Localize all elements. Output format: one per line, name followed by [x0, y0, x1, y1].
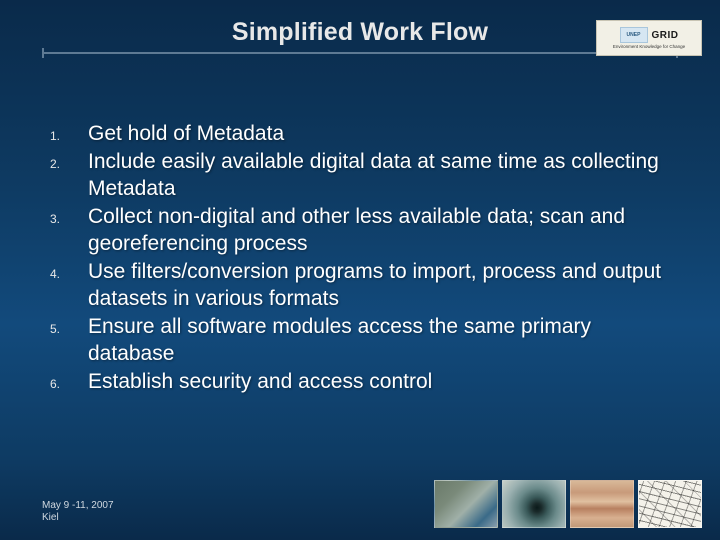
list-item: 3. Collect non-digital and other less av… [42, 203, 682, 257]
list-text: Use filters/conversion programs to impor… [88, 258, 682, 312]
list-text: Include easily available digital data at… [88, 148, 682, 202]
logo-grid-text: GRID [652, 30, 679, 41]
thumb-crater-icon [502, 480, 566, 528]
slide: Simplified Work Flow UNEP GRID Environme… [0, 0, 720, 540]
list-item: 4. Use filters/conversion programs to im… [42, 258, 682, 312]
logo-tagline: Environment Knowledge for Change [613, 44, 685, 49]
footer-place: Kiel [42, 512, 114, 524]
workflow-list: 1. Get hold of Metadata 2. Include easil… [42, 120, 682, 395]
list-text: Ensure all software modules access the s… [88, 313, 682, 367]
list-text: Collect non-digital and other less avail… [88, 203, 682, 257]
list-number: 5. [42, 313, 88, 336]
logo-unep-badge: UNEP [620, 27, 648, 43]
footer-date-place: May 9 -11, 2007 Kiel [42, 500, 114, 524]
thumb-contour-map-icon [638, 480, 702, 528]
footer-thumbnails [434, 480, 702, 528]
list-number: 6. [42, 368, 88, 391]
thumb-aerial-coast-icon [434, 480, 498, 528]
list-number: 4. [42, 258, 88, 281]
logo-top-row: UNEP GRID [620, 27, 679, 43]
list-item: 2. Include easily available digital data… [42, 148, 682, 202]
list-item: 6. Establish security and access control [42, 368, 682, 395]
list-item: 5. Ensure all software modules access th… [42, 313, 682, 367]
list-item: 1. Get hold of Metadata [42, 120, 682, 147]
slide-title: Simplified Work Flow [232, 18, 488, 46]
logo-unep-grid: UNEP GRID Environment Knowledge for Chan… [596, 20, 702, 56]
list-number: 3. [42, 203, 88, 226]
list-text: Get hold of Metadata [88, 120, 284, 147]
thumb-strata-icon [570, 480, 634, 528]
list-text: Establish security and access control [88, 368, 432, 395]
list-number: 1. [42, 120, 88, 143]
content-list: 1. Get hold of Metadata 2. Include easil… [42, 120, 682, 396]
title-underline [42, 52, 678, 54]
list-number: 2. [42, 148, 88, 171]
footer-date: May 9 -11, 2007 [42, 500, 114, 512]
